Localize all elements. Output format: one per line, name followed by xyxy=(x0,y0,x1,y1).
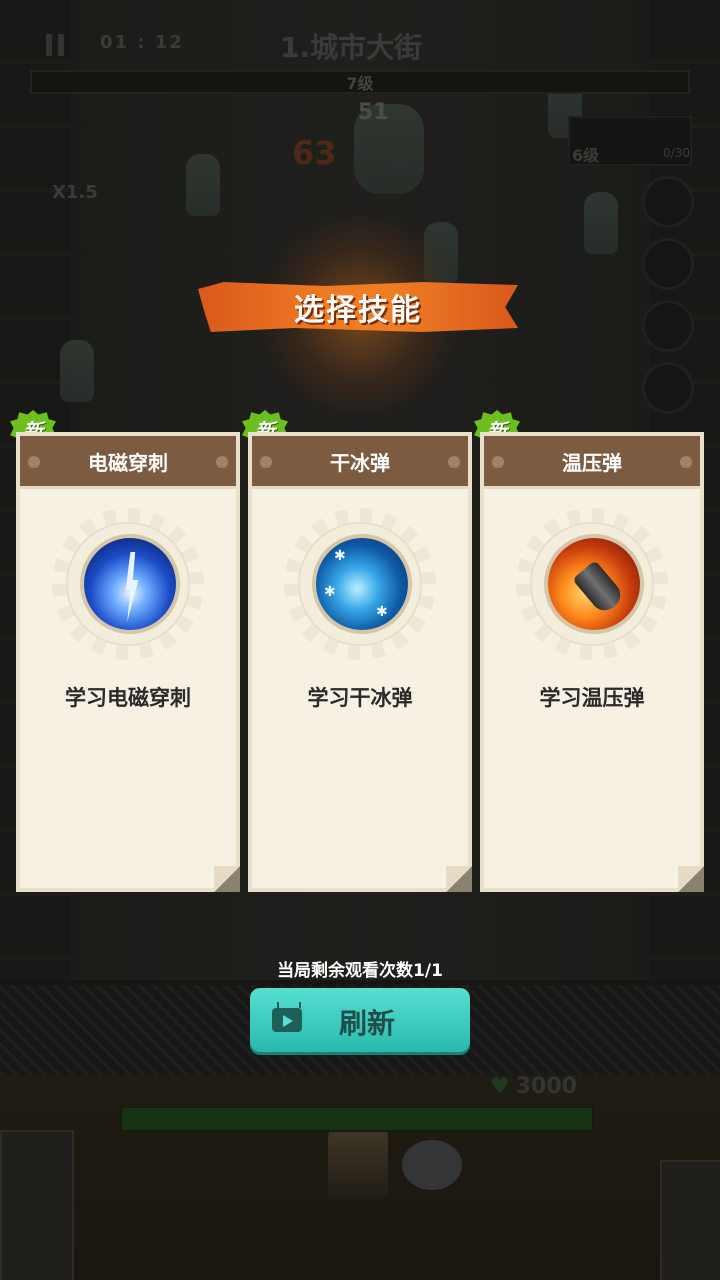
skill-card-2[interactable]: 干冰弹 ✱ ✱ ✱ 学习干冰弹 xyxy=(248,432,472,892)
dry-ice-bullet-icon: ✱ ✱ ✱ xyxy=(312,534,412,634)
remaining-views-text: 当局剩余观看次数1/1 xyxy=(277,961,443,981)
bolt-icon xyxy=(448,456,460,468)
select-skill-banner: 选择技能 xyxy=(198,282,518,332)
refresh-button[interactable]: 刷新 xyxy=(250,988,470,1052)
skill-action: 学习干冰弹 xyxy=(307,686,413,710)
thermobaric-bullet-icon xyxy=(544,534,644,634)
bolt-icon xyxy=(28,456,40,468)
skill-action: 学习电磁穿刺 xyxy=(65,686,191,710)
card-header: 温压弹 xyxy=(484,436,700,489)
card-header: 电磁穿刺 xyxy=(20,436,236,489)
skill-name: 干冰弹 xyxy=(330,450,390,475)
bolt-icon xyxy=(680,456,692,468)
bolt-icon xyxy=(216,456,228,468)
card-header: 干冰弹 xyxy=(252,436,468,489)
skill-name: 温压弹 xyxy=(562,450,622,475)
electric-pierce-icon xyxy=(80,534,180,634)
skill-action: 学习温压弹 xyxy=(539,686,645,710)
refresh-label: 刷新 xyxy=(338,1007,395,1040)
skill-card-1[interactable]: 电磁穿刺 学习电磁穿刺 xyxy=(16,432,240,892)
bolt-icon xyxy=(492,456,504,468)
skill-card-3[interactable]: 温压弹 学习温压弹 xyxy=(480,432,704,892)
banner-title: 选择技能 xyxy=(294,293,422,328)
bolt-icon xyxy=(260,456,272,468)
skill-name: 电磁穿刺 xyxy=(88,450,168,475)
